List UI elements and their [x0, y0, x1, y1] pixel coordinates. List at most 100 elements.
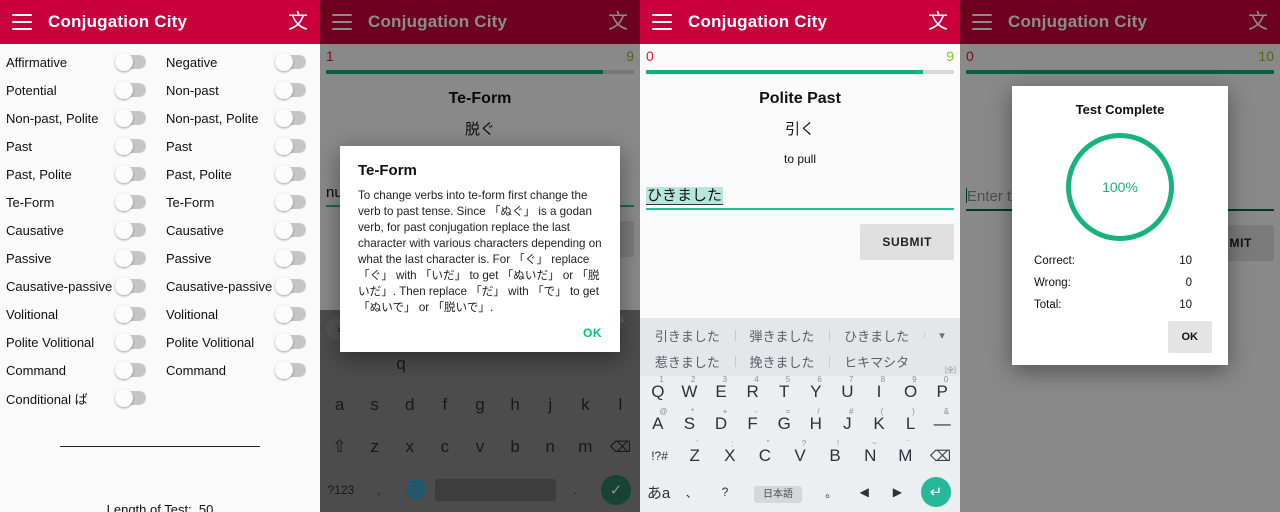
- key-P[interactable]: 0P: [926, 375, 958, 402]
- toggle-negative-passive[interactable]: [275, 249, 306, 267]
- key-label: N: [864, 446, 877, 465]
- toggle-affirmative-past-polite[interactable]: [115, 165, 146, 183]
- hamburger-menu-icon[interactable]: [12, 14, 32, 30]
- input-mode-key[interactable]: あa: [642, 482, 675, 503]
- key-L[interactable]: ) L: [895, 407, 927, 434]
- stat-value: 0: [1185, 277, 1192, 289]
- language-toggle-icon[interactable]: 文: [928, 12, 948, 32]
- test-length-value[interactable]: 50: [199, 502, 213, 512]
- japanese-soft-keyboard: 引きました 弾きました ひきました ▾ 惹きました 挽きました ヒキマシタ [全…: [640, 318, 960, 512]
- key-C[interactable]: " C: [747, 439, 782, 466]
- language-key[interactable]: 日本語: [742, 482, 815, 503]
- key-label: F: [747, 414, 758, 433]
- key-T[interactable]: 5T: [768, 375, 800, 402]
- toggle-affirmative-nonpast-polite[interactable]: [115, 109, 146, 127]
- option-row: Past, Polite Past, Polite: [0, 160, 320, 188]
- dialog-ok-button[interactable]: OK: [1167, 321, 1212, 353]
- key-G[interactable]: = G: [768, 407, 800, 434]
- key-M[interactable]: ¨ M: [888, 439, 923, 466]
- question-key[interactable]: ?: [708, 485, 741, 499]
- toggle-negative-causative-passive[interactable]: [275, 277, 306, 295]
- key-R[interactable]: 4R: [737, 375, 769, 402]
- keyboard-row-2: @ A * S + D -F = G / H # J (K ) L & —: [640, 407, 960, 440]
- toggle-affirmative-causative-passive[interactable]: [115, 277, 146, 295]
- key-X[interactable]: :X: [712, 439, 747, 466]
- key-J[interactable]: # J: [832, 407, 864, 434]
- stat-label: Wrong:: [1034, 277, 1071, 289]
- key-U[interactable]: 7U: [832, 375, 864, 402]
- key-S[interactable]: * S: [674, 407, 706, 434]
- toggle-negative-te-form[interactable]: [275, 193, 306, 211]
- toggle-negative-past[interactable]: [275, 137, 306, 155]
- key-B[interactable]: ! B: [818, 439, 853, 466]
- symbol-key[interactable]: !?#: [642, 449, 677, 463]
- toggle-affirmative-causative[interactable]: [115, 221, 146, 239]
- toggle-affirmative-past[interactable]: [115, 137, 146, 155]
- suggestion-item[interactable]: ヒキマシタ: [829, 352, 924, 371]
- key-V[interactable]: ? V: [782, 439, 817, 466]
- toggle-affirmative-command[interactable]: [115, 361, 146, 379]
- answer-input[interactable]: ひきました: [646, 184, 954, 208]
- key-K[interactable]: (K: [863, 407, 895, 434]
- key-O[interactable]: 9O: [895, 375, 927, 402]
- toggle-negative-negative[interactable]: [275, 53, 306, 71]
- composing-text: ひきました: [646, 187, 724, 205]
- key-Z[interactable]: ' Z: [677, 439, 712, 466]
- toggle-affirmative-conditional-ba[interactable]: [115, 389, 146, 407]
- arrow-left-icon[interactable]: ◀: [848, 485, 881, 499]
- chevron-down-icon[interactable]: ▾: [924, 329, 960, 342]
- toggle-negative-command[interactable]: [275, 361, 306, 379]
- backspace-icon[interactable]: ⌫: [923, 447, 958, 465]
- key-label: Y: [810, 382, 822, 401]
- comma-key[interactable]: 、: [675, 484, 708, 501]
- toggle-affirmative-affirmative[interactable]: [115, 53, 146, 71]
- option-right: Passive: [160, 249, 320, 267]
- key-H[interactable]: / H: [800, 407, 832, 434]
- language-toggle-icon[interactable]: 文: [288, 12, 308, 32]
- key-W[interactable]: 2W: [674, 375, 706, 402]
- key-F[interactable]: -F: [737, 407, 769, 434]
- suggestion-item[interactable]: 挽きました: [734, 352, 830, 371]
- option-left: Causative: [0, 221, 160, 239]
- key-Q[interactable]: 1Q: [642, 375, 674, 402]
- settings-divider: [60, 446, 260, 447]
- toggle-negative-past-polite[interactable]: [275, 165, 306, 183]
- option-label: Command: [166, 362, 226, 378]
- toggle-affirmative-te-form[interactable]: [115, 193, 146, 211]
- enter-key[interactable]: ↵: [914, 477, 958, 507]
- key-alt-1: 1: [659, 375, 664, 384]
- arrow-right-icon[interactable]: ▶: [881, 485, 914, 499]
- panel-settings: Conjugation City 文 Affirmative Negative …: [0, 0, 320, 512]
- toggle-negative-polite-volitional[interactable]: [275, 333, 306, 351]
- toggle-negative-nonpast[interactable]: [275, 81, 306, 99]
- key-Y[interactable]: 6Y: [800, 375, 832, 402]
- key-alt-2: 2: [691, 375, 696, 384]
- hamburger-menu-icon[interactable]: [652, 14, 672, 30]
- toggle-affirmative-volitional[interactable]: [115, 305, 146, 323]
- suggestion-item[interactable]: 惹きました: [640, 352, 735, 371]
- key-A[interactable]: @ A: [642, 407, 674, 434]
- suggestion-item[interactable]: ひきました: [829, 326, 924, 345]
- toggle-affirmative-polite-volitional[interactable]: [115, 333, 146, 351]
- suggestion-item[interactable]: 弾きました: [734, 326, 830, 345]
- toggle-negative-nonpast-polite[interactable]: [275, 109, 306, 127]
- key-I[interactable]: 8I: [863, 375, 895, 402]
- option-left: Conditional ば: [0, 389, 160, 408]
- answer-field-wrapper[interactable]: ひきました: [646, 184, 954, 210]
- period-key[interactable]: 。: [814, 484, 847, 501]
- key-N[interactable]: ~ N: [853, 439, 888, 466]
- submit-button[interactable]: SUBMIT: [860, 224, 954, 260]
- prompt-conjugation-type: Polite Past: [759, 90, 841, 107]
- key-alt-star: *: [691, 407, 695, 416]
- key-D[interactable]: + D: [705, 407, 737, 434]
- key-dash[interactable]: & —: [926, 407, 958, 434]
- suggestion-item[interactable]: 引きました: [640, 326, 735, 345]
- key-E[interactable]: 3E: [705, 375, 737, 402]
- key-alt-colon: :: [731, 439, 734, 448]
- toggle-negative-causative[interactable]: [275, 221, 306, 239]
- dialog-title: Te-Form: [358, 162, 417, 179]
- toggle-negative-volitional[interactable]: [275, 305, 306, 323]
- toggle-affirmative-passive[interactable]: [115, 249, 146, 267]
- toggle-affirmative-potential[interactable]: [115, 81, 146, 99]
- dialog-ok-button[interactable]: OK: [583, 326, 602, 340]
